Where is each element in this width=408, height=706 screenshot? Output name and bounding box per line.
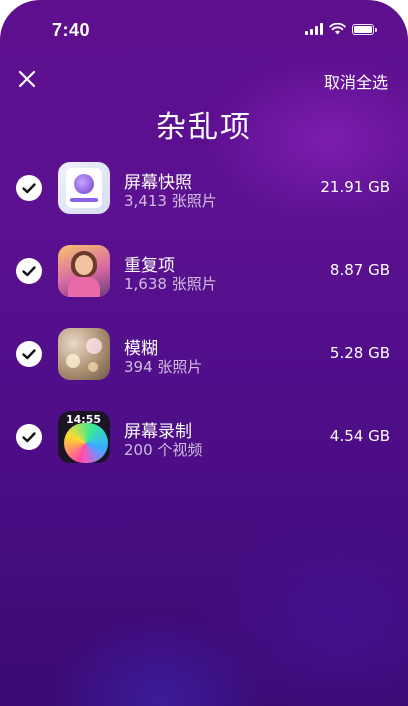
item-size: 8.87 GB [329,261,390,279]
checkmark-icon [22,349,36,360]
close-button[interactable] [14,66,40,92]
screen-recording-thumbnail: 14:55 [58,411,110,463]
battery-icon [352,23,377,35]
duplicate-photo-thumbnail [58,245,110,297]
blurry-photo-thumbnail [58,328,110,380]
wifi-icon [329,23,346,35]
item-size: 4.54 GB [329,427,390,445]
page-title: 杂乱项 [156,110,252,145]
item-detail: 394 张照片 [124,358,203,376]
list-item-screenshots[interactable]: 屏幕快照 3,413 张照片 21.91 GB [0,158,408,218]
phone-screen: 7:40 取消全选 杂乱项 屏幕快照 3,413 张照片 21.91 GB 重复… [0,0,408,706]
checkbox-checked[interactable] [16,341,42,367]
close-icon [18,70,36,88]
checkmark-icon [22,432,36,443]
status-time: 7:40 [52,20,91,40]
deselect-all-button[interactable]: 取消全选 [324,69,388,93]
list-item-blurry[interactable]: 模糊 394 张照片 5.28 GB [0,324,408,384]
checkbox-checked[interactable] [16,424,42,450]
list-item-duplicates[interactable]: 重复项 1,638 张照片 8.87 GB [0,241,408,301]
checkmark-icon [22,183,36,194]
status-bar: 7:40 [0,0,408,56]
checkmark-icon [22,266,36,277]
list-item-screen-recordings[interactable]: 14:55 屏幕录制 200 个视频 4.54 GB [0,407,408,467]
item-detail: 200 个视频 [124,441,203,459]
cellular-signal-icon [305,23,323,35]
checkbox-checked[interactable] [16,258,42,284]
item-size: 5.28 GB [329,344,390,362]
checkbox-checked[interactable] [16,175,42,201]
item-detail: 1,638 张照片 [124,275,217,293]
item-detail: 3,413 张照片 [124,192,217,210]
status-icons [305,23,377,35]
item-size: 21.91 GB [320,178,390,196]
screenshot-thumbnail [58,162,110,214]
